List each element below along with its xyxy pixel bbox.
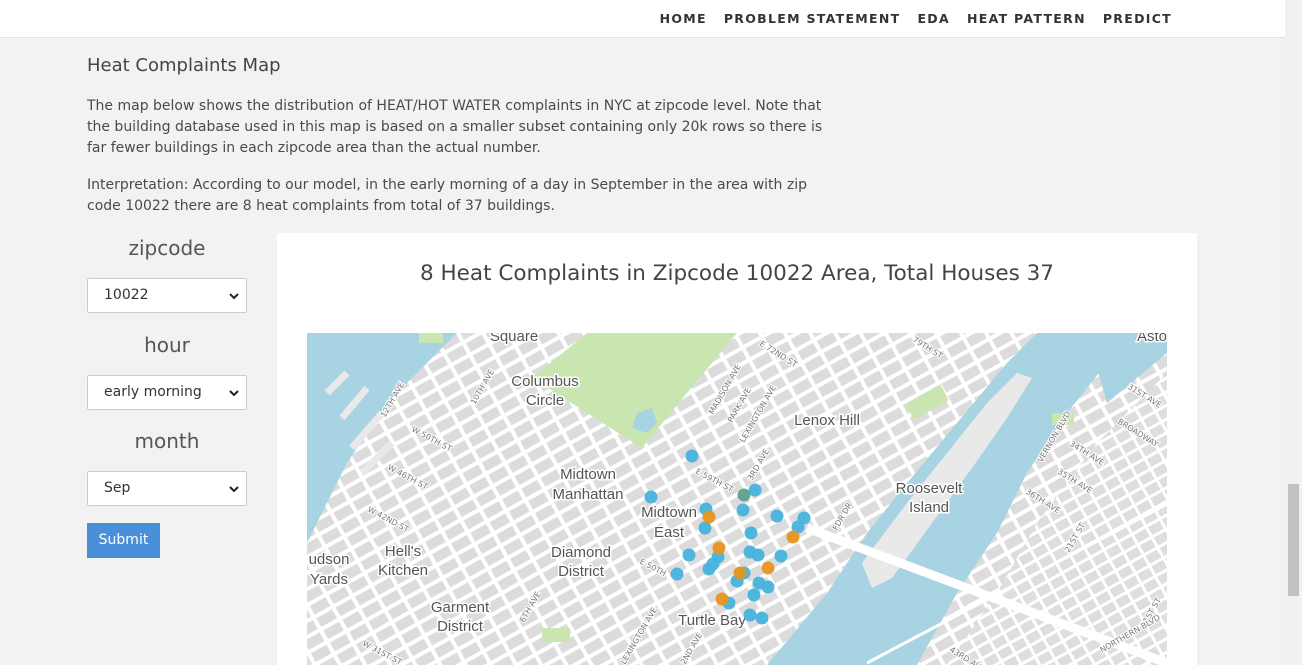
chevron-down-icon xyxy=(229,390,239,397)
building-marker[interactable] xyxy=(770,509,784,523)
building-marker[interactable] xyxy=(736,503,750,517)
building-marker[interactable] xyxy=(744,526,758,540)
building-marker[interactable] xyxy=(685,449,699,463)
top-navbar: HOME PROBLEM STATEMENT EDA HEAT PATTERN … xyxy=(0,0,1285,38)
building-marker[interactable] xyxy=(644,490,658,504)
map-canvas[interactable]: Square Columbus Circle Lenox Hill Midtow… xyxy=(307,333,1167,665)
map-title: 8 Heat Complaints in Zipcode 10022 Area,… xyxy=(420,261,1054,286)
complaint-marker[interactable] xyxy=(733,566,747,580)
place-label: Kitchen xyxy=(378,562,428,579)
place-label: Garment xyxy=(431,599,490,616)
place-label: District xyxy=(558,563,605,580)
month-select-value: Sep xyxy=(104,480,131,496)
complaint-marker[interactable] xyxy=(702,510,716,524)
place-label: Hell's xyxy=(385,543,421,560)
place-label: udson xyxy=(309,551,350,568)
hour-label: hour xyxy=(144,333,190,357)
nav-eda-link[interactable]: EDA xyxy=(917,11,950,26)
park xyxy=(542,628,570,642)
zipcode-label: zipcode xyxy=(128,236,206,260)
submit-button[interactable]: Submit xyxy=(87,523,160,558)
section-title: Heat Complaints Map xyxy=(87,55,281,76)
place-label: Circle xyxy=(526,392,564,409)
place-label: Lenox Hill xyxy=(794,412,860,429)
hour-select[interactable]: early morning xyxy=(87,375,247,410)
place-label: Square xyxy=(490,333,538,345)
nav-predict-link[interactable]: PREDICT xyxy=(1103,11,1172,26)
building-marker[interactable] xyxy=(755,611,769,625)
place-label: Yards xyxy=(310,571,348,588)
place-label: Island xyxy=(909,499,949,516)
complaint-marker[interactable] xyxy=(712,541,726,555)
zipcode-select-value: 10022 xyxy=(104,287,149,303)
scrollbar-thumb[interactable] xyxy=(1288,484,1299,596)
building-marker[interactable] xyxy=(751,548,765,562)
building-marker[interactable] xyxy=(682,548,696,562)
building-marker[interactable] xyxy=(761,580,775,594)
interpretation-paragraph: Interpretation: According to our model, … xyxy=(87,177,807,214)
description-paragraph: The map below shows the distribution of … xyxy=(87,98,823,156)
park xyxy=(419,333,443,343)
complaints-map[interactable]: Square Columbus Circle Lenox Hill Midtow… xyxy=(307,333,1167,665)
month-select[interactable]: Sep xyxy=(87,471,247,506)
nav-links: HOME PROBLEM STATEMENT EDA HEAT PATTERN … xyxy=(660,11,1172,26)
zipcode-select[interactable]: 10022 xyxy=(87,278,247,313)
chevron-down-icon xyxy=(229,293,239,300)
nav-heat-pattern-link[interactable]: HEAT PATTERN xyxy=(967,11,1086,26)
chevron-down-icon xyxy=(229,486,239,493)
building-marker[interactable] xyxy=(702,562,716,576)
complaint-marker[interactable] xyxy=(786,530,800,544)
place-label: Asto xyxy=(1137,333,1167,345)
month-label: month xyxy=(134,429,200,453)
place-label: Midtown xyxy=(641,504,697,521)
place-label: Midtown xyxy=(560,466,616,483)
place-label: East xyxy=(654,524,685,541)
hour-select-value: early morning xyxy=(104,384,202,400)
building-marker[interactable] xyxy=(670,567,684,581)
nav-home-link[interactable]: HOME xyxy=(660,11,707,26)
place-label: Manhattan xyxy=(553,486,624,503)
complaint-marker[interactable] xyxy=(761,561,775,575)
place-label: Columbus xyxy=(511,373,579,390)
place-label: Roosevelt xyxy=(896,480,964,497)
building-marker[interactable] xyxy=(774,549,788,563)
building-marker[interactable] xyxy=(747,588,761,602)
complaint-marker[interactable] xyxy=(715,592,729,606)
place-label: District xyxy=(437,618,484,635)
place-label: Diamond xyxy=(551,544,611,561)
nav-problem-statement-link[interactable]: PROBLEM STATEMENT xyxy=(724,11,901,26)
building-marker[interactable] xyxy=(743,608,757,622)
place-label: Turtle Bay xyxy=(678,612,746,629)
building-marker[interactable] xyxy=(737,488,751,502)
